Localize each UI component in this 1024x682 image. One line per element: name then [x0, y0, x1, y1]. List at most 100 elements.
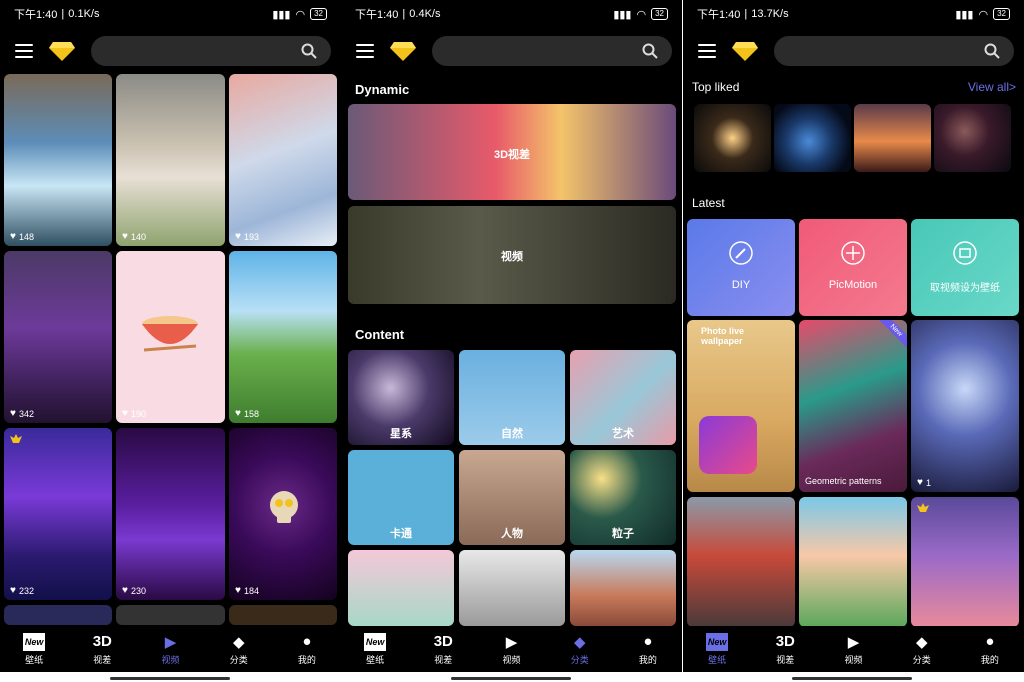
search-input[interactable]: [774, 36, 1014, 66]
category-tile[interactable]: 星系: [348, 350, 454, 445]
battery-icon: 32: [310, 8, 327, 20]
nav-category[interactable]: ◆ 分类: [546, 626, 614, 672]
play-icon: ▶: [847, 633, 860, 651]
category-tile[interactable]: [570, 550, 676, 626]
category-tile[interactable]: 自然: [459, 350, 565, 445]
heart-icon: ♥: [122, 585, 128, 596]
nav-profile[interactable]: ● 我的: [956, 626, 1024, 672]
grid-icon: ◆: [915, 633, 928, 651]
wallpaper-tile[interactable]: ♥ 148: [4, 74, 112, 246]
dynamic-card-3d[interactable]: 3D视差: [348, 104, 676, 200]
diamond-icon[interactable]: [390, 40, 416, 62]
home-indicator: [792, 677, 912, 680]
search-icon[interactable]: [301, 43, 317, 59]
status-time: 下午1:40: [697, 9, 741, 21]
wallpaper-tile[interactable]: ♥ 140: [116, 74, 225, 246]
latest-tile[interactable]: [799, 497, 907, 627]
heart-icon: ♥: [10, 231, 16, 242]
nav-profile[interactable]: ● 我的: [273, 626, 341, 672]
nav-video[interactable]: ▶ 视频: [819, 626, 887, 672]
new-icon: New: [363, 632, 387, 651]
search-input[interactable]: [432, 36, 672, 66]
latest-tile[interactable]: ♥ 1: [911, 320, 1019, 492]
diamond-icon[interactable]: [49, 40, 75, 62]
nav-profile[interactable]: ● 我的: [614, 626, 682, 672]
wifi-icon: ◠: [636, 8, 647, 21]
latest-tile-geometric[interactable]: New Geometric patterns: [799, 320, 907, 492]
top-bar: [341, 36, 682, 66]
category-tile[interactable]: [348, 550, 454, 626]
top-liked-tile[interactable]: [934, 104, 1011, 172]
top-liked-tile[interactable]: [854, 104, 931, 172]
video-icon: [953, 241, 977, 265]
like-count: ♥ 232: [10, 585, 34, 596]
phone-wallpaper-feed: 下午1:40 | 0.1K/s ▮▮▮ ◠ 32 ♥ 148 ♥ 140 ♥ 193 …: [0, 0, 341, 672]
section-title-content: Content: [355, 327, 405, 342]
feature-card-video-wallpaper[interactable]: 取视频设为壁纸: [911, 219, 1019, 316]
wallpaper-tile[interactable]: ♥ 184: [229, 428, 337, 600]
menu-icon[interactable]: [15, 44, 33, 58]
category-tile[interactable]: [459, 550, 565, 626]
category-tile[interactable]: 粒子: [570, 450, 676, 545]
battery-icon: 32: [651, 8, 668, 20]
menu-icon[interactable]: [698, 44, 716, 58]
status-icons: ▮▮▮ ◠ 32: [955, 8, 1010, 21]
nav-parallax[interactable]: 3D 视差: [409, 626, 477, 672]
phone-home: 下午1:40 | 13.7K/s ▮▮▮ ◠ 32 Top liked View…: [683, 0, 1024, 672]
wallpaper-tile[interactable]: [4, 605, 112, 625]
wallpaper-grid: ♥ 148 ♥ 140 ♥ 193 ♥ 342 ♥ 190 ♥ 158 ♥ 232 ♥ 230 …: [4, 74, 337, 625]
feature-card-picmotion[interactable]: PicMotion: [799, 219, 907, 316]
nav-wallpaper[interactable]: New 壁纸: [683, 626, 751, 672]
wallpaper-tile[interactable]: [229, 605, 337, 625]
search-icon[interactable]: [984, 43, 1000, 59]
user-icon: ●: [302, 633, 312, 650]
status-time: 下午1:40: [355, 9, 399, 21]
category-tile[interactable]: 卡通: [348, 450, 454, 545]
latest-tile[interactable]: [911, 497, 1019, 627]
wallpaper-tile[interactable]: ♥ 230: [116, 428, 225, 600]
user-icon: ●: [643, 633, 653, 650]
wallpaper-tile[interactable]: [116, 605, 225, 625]
search-icon[interactable]: [642, 43, 658, 59]
diamond-icon[interactable]: [732, 40, 758, 62]
wallpaper-tile[interactable]: ♥ 342: [4, 251, 112, 423]
latest-tile[interactable]: [687, 497, 795, 627]
nav-category[interactable]: ◆ 分类: [888, 626, 956, 672]
view-all-link[interactable]: View all>: [968, 80, 1016, 94]
nav-category[interactable]: ◆ 分类: [205, 626, 273, 672]
heart-icon: ♥: [235, 231, 241, 242]
geometric-label: Geometric patterns: [805, 476, 882, 486]
status-bar: 下午1:40 | 0.4K/s ▮▮▮ ◠ 32: [341, 0, 682, 28]
play-icon: ▶: [164, 633, 177, 651]
nav-parallax[interactable]: 3D 视差: [751, 626, 819, 672]
signal-icon: ▮▮▮: [613, 8, 632, 21]
screenshot-collage: 下午1:40 | 0.1K/s ▮▮▮ ◠ 32 ♥ 148 ♥ 140 ♥ 193 …: [0, 0, 1024, 682]
category-tile[interactable]: 人物: [459, 450, 565, 545]
top-liked-tile[interactable]: [774, 104, 851, 172]
wallpaper-tile[interactable]: ♥ 158: [229, 251, 337, 423]
search-input[interactable]: [91, 36, 331, 66]
nav-video[interactable]: ▶ 视频: [136, 626, 204, 672]
heart-icon: ♥: [10, 408, 16, 419]
bottom-nav: New 壁纸 3D 视差 ▶ 视频 ◆ 分类 ● 我的: [0, 626, 341, 672]
skull-illustration: [270, 491, 298, 523]
video-wallpaper-label: 取视频设为壁纸: [930, 283, 1000, 294]
nav-wallpaper[interactable]: New 壁纸: [341, 626, 409, 672]
diy-label: DIY: [731, 279, 751, 291]
status-speed: 13.7K/s: [751, 8, 789, 20]
wallpaper-tile[interactable]: ♥ 232: [4, 428, 112, 600]
signal-icon: ▮▮▮: [955, 8, 974, 21]
feature-card-diy[interactable]: DIY: [687, 219, 795, 316]
nav-video[interactable]: ▶ 视频: [477, 626, 545, 672]
nav-wallpaper[interactable]: New 壁纸: [0, 626, 68, 672]
menu-icon[interactable]: [356, 44, 374, 58]
latest-tile-photo-live[interactable]: Photo live wallpaper: [687, 320, 795, 492]
nav-parallax[interactable]: 3D 视差: [68, 626, 136, 672]
dynamic-card-video[interactable]: 视频: [348, 206, 676, 304]
status-bar: 下午1:40 | 0.1K/s ▮▮▮ ◠ 32: [0, 0, 341, 28]
category-tile[interactable]: 艺术: [570, 350, 676, 445]
like-count: ♥ 148: [10, 231, 34, 242]
wallpaper-tile[interactable]: ♥ 193: [229, 74, 337, 246]
wallpaper-tile[interactable]: ♥ 190: [116, 251, 225, 423]
top-liked-tile[interactable]: [694, 104, 771, 172]
